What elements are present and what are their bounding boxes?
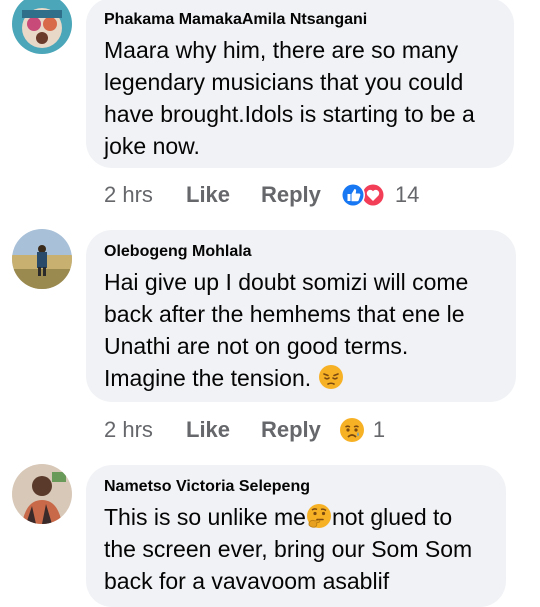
comment-bubble: Olebogeng Mohlala Hai give up I doubt so… — [86, 230, 516, 402]
avatar[interactable] — [12, 229, 72, 289]
reaction-summary[interactable]: 1 — [339, 417, 385, 443]
reply-button[interactable]: Reply — [261, 182, 321, 208]
comment-author[interactable]: Olebogeng Mohlala — [104, 242, 498, 262]
comment-bubble: Nametso Victoria Selepeng This is so unl… — [86, 465, 506, 607]
avatar-photo-icon — [12, 0, 72, 54]
pensive-face-icon — [318, 365, 343, 389]
reply-button[interactable]: Reply — [261, 417, 321, 443]
like-button[interactable]: Like — [186, 417, 261, 443]
comment-actions: 2 hrs Like Reply 14 — [104, 179, 419, 211]
thinking-face-icon — [306, 504, 331, 528]
comment-author[interactable]: Nametso Victoria Selepeng — [104, 477, 488, 497]
like-love-reaction-icon — [340, 183, 385, 207]
avatar-photo-icon — [12, 464, 72, 524]
avatar-photo-icon — [12, 229, 72, 289]
comment-text: This is so unlike me not glued to the sc… — [104, 504, 473, 594]
comment-time[interactable]: 2 hrs — [104, 417, 186, 443]
comment-text: Maara why him, there are so many legenda… — [104, 37, 475, 159]
reaction-summary[interactable]: 14 — [339, 182, 419, 208]
comment-time[interactable]: 2 hrs — [104, 182, 186, 208]
reaction-count: 1 — [372, 417, 386, 442]
comment-actions: 2 hrs Like Reply 1 — [104, 414, 385, 446]
avatar[interactable] — [12, 0, 72, 54]
sad-reaction-icon — [339, 418, 364, 442]
like-button[interactable]: Like — [186, 182, 261, 208]
comment-author[interactable]: Phakama MamakaAmila Ntsangani — [104, 10, 496, 30]
reaction-count: 14 — [394, 182, 420, 207]
comment-bubble: Phakama MamakaAmila Ntsangani Maara why … — [86, 0, 514, 168]
comment-text: Hai give up I doubt somizi will come bac… — [104, 269, 469, 391]
avatar[interactable] — [12, 464, 72, 524]
